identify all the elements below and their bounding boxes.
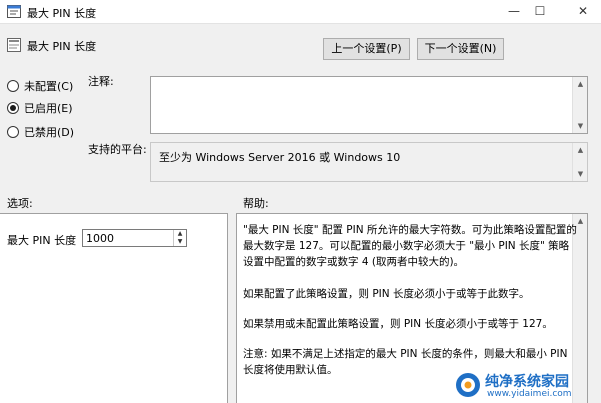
radio-label: 已启用(E)	[24, 102, 73, 115]
radio-circle-selected[interactable]	[7, 102, 19, 114]
previous-setting-button[interactable]: 上一个设置(P)	[323, 38, 410, 60]
help-label: 帮助:	[243, 197, 269, 210]
max-pin-length-value: 1000	[86, 232, 114, 245]
help-paragraph: "最大 PIN 长度" 配置 PIN 所允许的最大字符数。可为此策略设置配置的最…	[243, 224, 577, 268]
radio-label: 已禁用(D)	[24, 126, 75, 139]
help-paragraph: 如果配置了此策略设置，则 PIN 长度必须小于或等于此数字。	[243, 288, 530, 300]
radio-enabled[interactable]: 已启用(E)	[7, 100, 73, 116]
supported-platforms-label: 支持的平台:	[88, 143, 147, 156]
close-button[interactable]: ✕	[566, 0, 600, 24]
scroll-up-icon[interactable]: ▲	[573, 144, 588, 156]
watermark-url: www.yidaimei.com	[487, 389, 572, 399]
radio-label: 未配置(C)	[24, 80, 74, 93]
spin-buttons: ▲ ▼	[173, 230, 186, 246]
maximize-button[interactable]: ☐	[523, 0, 557, 24]
max-pin-length-label: 最大 PIN 长度	[7, 234, 77, 247]
policy-window-icon	[7, 5, 21, 18]
spin-up-icon[interactable]: ▲	[174, 230, 186, 238]
next-setting-button[interactable]: 下一个设置(N)	[417, 38, 504, 60]
watermark: 纯净系统家园 www.yidaimei.com	[455, 370, 595, 400]
window-title: 最大 PIN 长度	[27, 7, 97, 20]
minimize-icon: —	[508, 4, 520, 18]
maximize-icon: ☐	[534, 4, 546, 18]
max-pin-length-spinbox[interactable]: 1000 ▲ ▼	[82, 229, 187, 247]
comment-label: 注释:	[88, 75, 114, 88]
help-paragraph: 如果禁用或未配置此策略设置，则 PIN 长度必须小于或等于 127。	[243, 318, 553, 330]
radio-circle[interactable]	[7, 80, 19, 92]
policy-name: 最大 PIN 长度	[27, 40, 97, 53]
supported-platforms-box: 至少为 Windows Server 2016 或 Windows 10 ▲ ▼	[150, 142, 588, 182]
radio-not-configured[interactable]: 未配置(C)	[7, 78, 73, 94]
platforms-scrollbar[interactable]: ▲ ▼	[572, 143, 587, 181]
close-icon: ✕	[577, 4, 589, 18]
scroll-down-icon[interactable]: ▼	[573, 120, 588, 132]
policy-setting-icon	[7, 38, 21, 52]
comment-textarea[interactable]: ▲ ▼	[150, 76, 588, 134]
radio-disabled[interactable]: 已禁用(D)	[7, 124, 74, 140]
scroll-down-icon[interactable]: ▼	[573, 168, 588, 180]
spin-down-icon[interactable]: ▼	[174, 238, 186, 246]
watermark-title: 纯净系统家园	[485, 374, 569, 390]
title-bar: 最大 PIN 长度 — ☐ ✕	[0, 0, 601, 24]
comment-scrollbar[interactable]: ▲ ▼	[572, 77, 587, 133]
options-label: 选项:	[7, 197, 33, 210]
supported-platforms-value: 至少为 Windows Server 2016 或 Windows 10	[159, 151, 401, 164]
radio-circle[interactable]	[7, 126, 19, 138]
watermark-logo-icon	[456, 373, 480, 397]
scroll-up-icon[interactable]: ▲	[573, 78, 588, 90]
